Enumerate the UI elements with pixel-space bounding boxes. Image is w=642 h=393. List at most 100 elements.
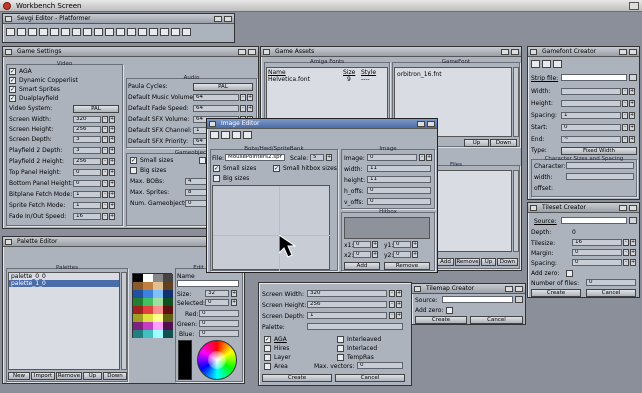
increase-icon[interactable]: +: [629, 100, 635, 107]
sc-cancel-button[interactable]: Cancel: [335, 374, 405, 382]
image-canvas[interactable]: [212, 185, 331, 271]
decrease-icon[interactable]: -: [240, 94, 246, 101]
size-column-header[interactable]: Size: [343, 69, 355, 76]
sc-max-vectors-field[interactable]: 0: [357, 362, 403, 369]
palette-remove-button[interactable]: Remove: [56, 372, 82, 380]
palette-import-button[interactable]: Import: [31, 372, 55, 380]
increase-icon[interactable]: +: [109, 136, 115, 143]
increase-icon[interactable]: +: [372, 241, 378, 248]
gamefont-up-button[interactable]: Up: [464, 139, 489, 147]
decrease-icon[interactable]: -: [389, 312, 395, 319]
sprite-fetch-field[interactable]: 1: [73, 202, 101, 209]
settings-icon[interactable]: [39, 28, 48, 36]
blue-field[interactable]: 0: [199, 330, 239, 337]
paula-cycle[interactable]: PAL: [193, 83, 253, 91]
tileset-create-button[interactable]: Create: [531, 289, 581, 297]
list-item[interactable]: Helvetica.font 9 ----: [267, 76, 387, 84]
zoom-icon[interactable]: [214, 16, 222, 22]
sc-aga-checkbox[interactable]: ✓: [264, 336, 271, 343]
new-icon[interactable]: [531, 60, 540, 68]
font-end-field[interactable]: ~: [561, 136, 621, 143]
increase-icon[interactable]: +: [109, 147, 115, 154]
settings-icon[interactable]: [243, 131, 252, 139]
name-column-header[interactable]: Name: [268, 69, 286, 76]
sc-screen-width-field[interactable]: 320: [307, 290, 387, 297]
fade-speed-field[interactable]: 16: [73, 213, 101, 220]
assets-icon[interactable]: [50, 28, 59, 36]
scrollbar[interactable]: [513, 170, 519, 252]
bottom-panel-field[interactable]: 0: [73, 180, 101, 187]
image-file-field[interactable]: MousePointers2.spr: [225, 154, 285, 161]
margin-field[interactable]: 0: [572, 249, 622, 256]
y2-field[interactable]: 0: [393, 251, 411, 258]
game-settings-title-bar[interactable]: Game Settings: [3, 47, 258, 57]
increase-icon[interactable]: +: [247, 94, 253, 101]
zoom-icon[interactable]: [619, 49, 627, 55]
increase-icon[interactable]: +: [372, 251, 378, 258]
sevgi-title-bar[interactable]: Sevgi Editor - Platformer: [3, 14, 234, 24]
increase-icon[interactable]: +: [396, 301, 402, 308]
sc-layer-checkbox[interactable]: [264, 354, 271, 361]
zoom-icon[interactable]: [501, 49, 509, 55]
increase-icon[interactable]: +: [109, 202, 115, 209]
increase-icon[interactable]: +: [629, 124, 635, 131]
increase-icon[interactable]: +: [109, 191, 115, 198]
increase-icon[interactable]: +: [629, 88, 635, 95]
decrease-icon[interactable]: -: [623, 259, 629, 266]
image-editor-title-bar[interactable]: Image Editor: [207, 119, 437, 129]
number-of-files-field[interactable]: 0: [586, 279, 636, 286]
screen-depth-field[interactable]: 3: [73, 136, 101, 143]
about-icon[interactable]: [182, 28, 191, 36]
small-sizes-checkbox[interactable]: ✓: [130, 157, 137, 164]
palette-up-button[interactable]: Up: [83, 372, 102, 380]
color-swatch-grid[interactable]: [132, 273, 173, 338]
scale-field[interactable]: 5: [310, 154, 324, 161]
image-width-field[interactable]: 11: [367, 165, 431, 172]
increase-icon[interactable]: +: [630, 239, 636, 246]
save-icon[interactable]: [28, 28, 37, 36]
decrease-icon[interactable]: -: [102, 158, 108, 165]
sc-area-checkbox[interactable]: [264, 363, 271, 370]
save-icon[interactable]: [553, 60, 562, 68]
screen-title-bar[interactable]: Workbench Screen: [0, 0, 642, 12]
build-icon[interactable]: [149, 28, 158, 36]
font-width-field[interactable]: [561, 88, 621, 95]
palettes-list[interactable]: palette_0_0 palette_1_0: [8, 272, 120, 370]
palette-size-field[interactable]: 32: [205, 290, 229, 297]
decrease-icon[interactable]: -: [102, 136, 108, 143]
close-icon[interactable]: [263, 49, 270, 55]
decrease-icon[interactable]: -: [240, 105, 246, 112]
new-icon[interactable]: [210, 131, 219, 139]
increase-icon[interactable]: +: [109, 158, 115, 165]
selected-field[interactable]: 0: [205, 299, 229, 306]
spacing-field[interactable]: 0: [572, 259, 622, 266]
hitbox-remove-button[interactable]: Remove: [384, 262, 430, 270]
open-icon[interactable]: [17, 28, 26, 36]
increase-icon[interactable]: +: [326, 154, 332, 161]
font-type-cycle[interactable]: Fixed Width: [561, 147, 637, 155]
list-item[interactable]: palette_0_0: [9, 273, 119, 280]
save-icon[interactable]: [232, 131, 241, 139]
gamefont-down-button[interactable]: Down: [490, 139, 517, 147]
zoom-icon[interactable]: [238, 49, 246, 55]
zoom-icon[interactable]: [417, 121, 425, 127]
green-field[interactable]: 0: [199, 320, 239, 327]
sc-create-button[interactable]: Create: [262, 374, 332, 382]
tilesize-field[interactable]: 16: [572, 239, 622, 246]
close-icon[interactable]: [5, 239, 12, 245]
dualplayfield-checkbox[interactable]: ✓: [9, 95, 16, 102]
increase-icon[interactable]: +: [231, 299, 237, 306]
font-height-field[interactable]: [561, 100, 621, 107]
image-index-field[interactable]: 0: [367, 154, 417, 161]
aga-checkbox[interactable]: ✓: [9, 68, 16, 75]
sc-palette-field[interactable]: [307, 323, 403, 330]
image-icon[interactable]: [61, 28, 70, 36]
x2-field[interactable]: 0: [353, 251, 371, 258]
character-field[interactable]: [566, 162, 634, 169]
increase-icon[interactable]: +: [412, 241, 418, 248]
depth-icon[interactable]: [629, 49, 637, 55]
decrease-icon[interactable]: -: [623, 249, 629, 256]
screen-width-field[interactable]: 320: [73, 116, 101, 123]
decrease-icon[interactable]: -: [102, 202, 108, 209]
voffs-field[interactable]: 0: [367, 198, 431, 205]
